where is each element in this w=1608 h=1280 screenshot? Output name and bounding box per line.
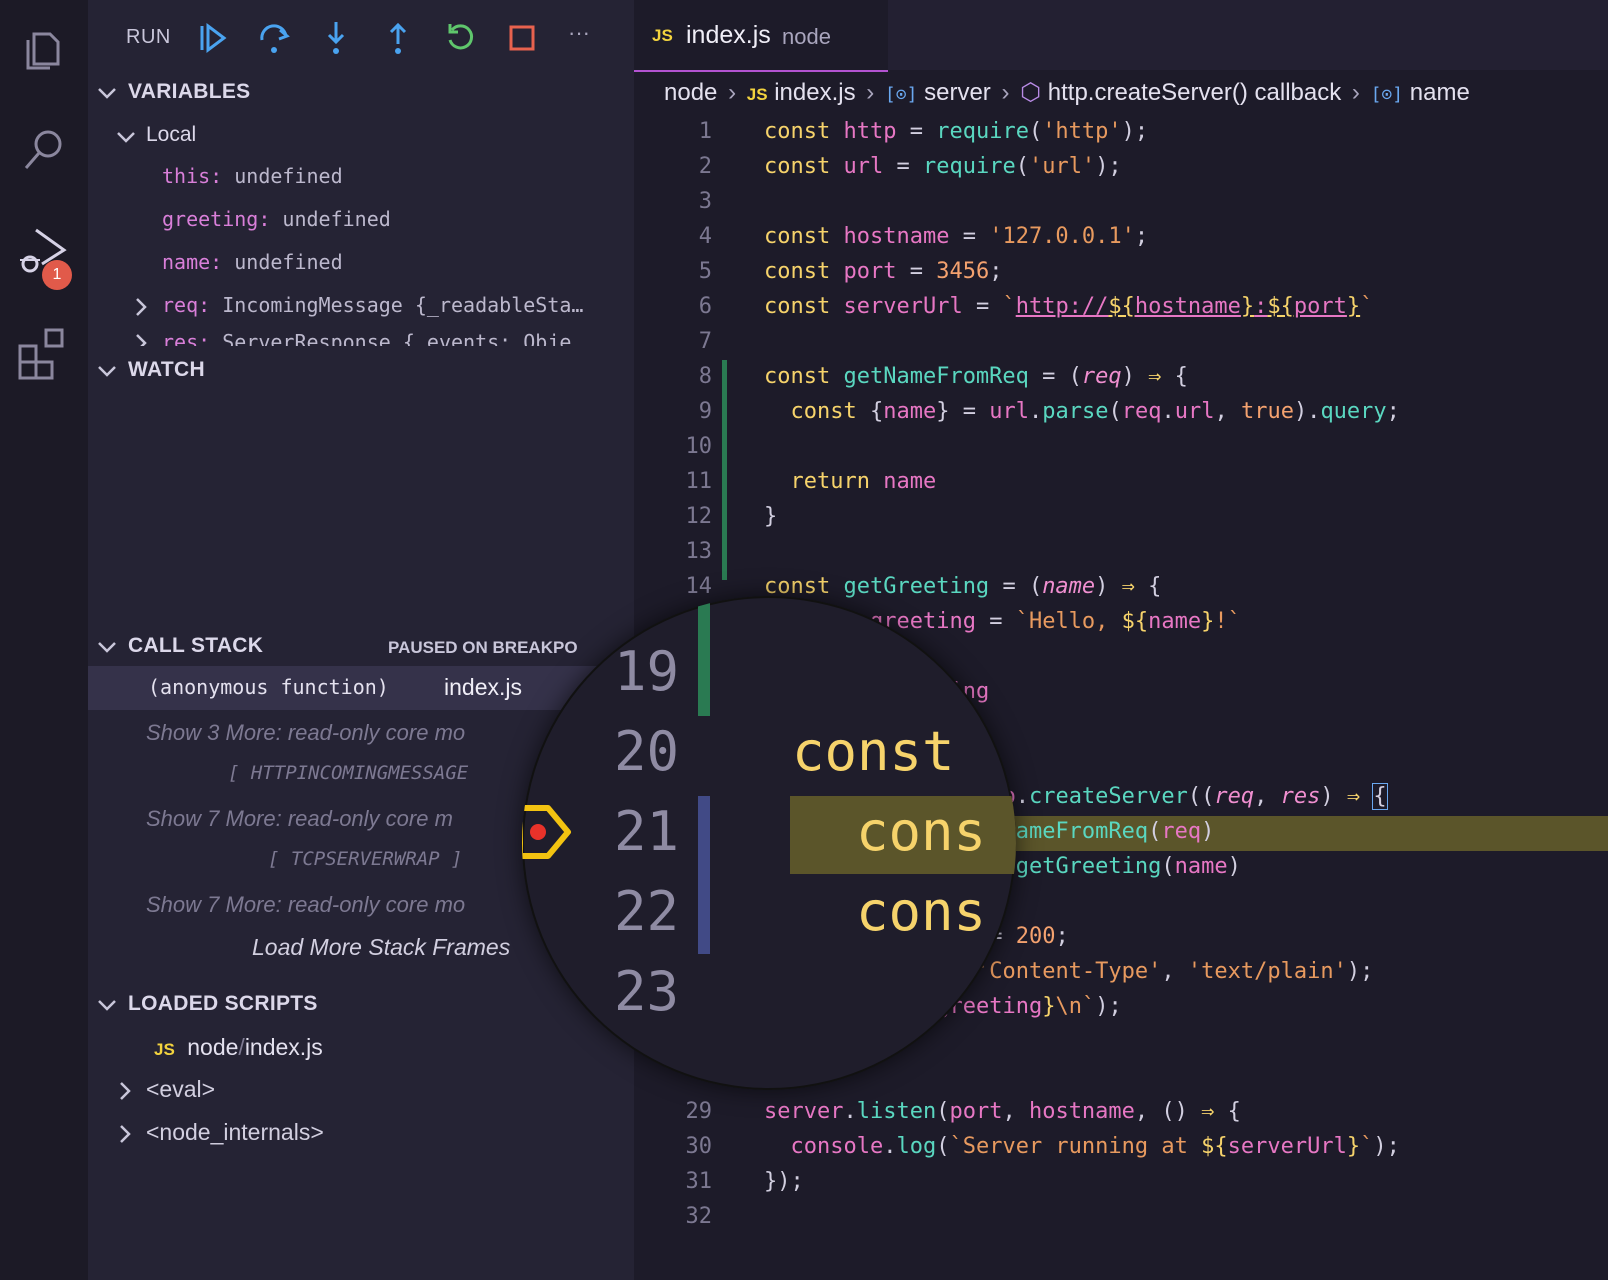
- stop-icon[interactable]: [502, 18, 542, 58]
- tab-description: node: [782, 24, 831, 49]
- lens-line-number: 21: [614, 800, 680, 863]
- tab-bar: JS index.js node: [634, 0, 1608, 72]
- magnifier-lens: 19 20 21 22 23 const cons cons: [522, 596, 1016, 1090]
- js-file-icon: JS: [154, 1040, 175, 1059]
- call-stack-header[interactable]: CALL STACK: [128, 634, 263, 658]
- variable-req[interactable]: req: IncomingMessage {_readableSta…: [162, 293, 583, 317]
- git-modified-gutter: [698, 796, 710, 954]
- stack-frame-name: (anonymous function): [148, 675, 389, 699]
- chevron-right-icon[interactable]: [130, 332, 152, 346]
- script-file: index.js: [244, 1034, 323, 1060]
- breadcrumb: node › JS index.js › [⊙] server › ⬡ http…: [664, 78, 1470, 112]
- step-over-icon[interactable]: [254, 18, 294, 58]
- js-file-icon: JS: [746, 85, 768, 104]
- restart-icon[interactable]: [440, 18, 480, 58]
- debug-sidebar: RUN ··· VARIABLES Local this: undefined …: [88, 0, 634, 1280]
- variable-res[interactable]: res: ServerResponse {_events: Obje: [162, 330, 571, 346]
- activity-bar: 1: [0, 0, 88, 1280]
- breadcrumb-file[interactable]: index.js: [774, 79, 855, 106]
- lens-line-number: 20: [614, 720, 680, 783]
- lens-code-token: cons: [856, 880, 987, 943]
- lens-line-number: 23: [614, 960, 680, 1023]
- js-file-icon: JS: [652, 26, 673, 45]
- chevron-right-icon: ›: [1351, 79, 1360, 106]
- variable-greeting[interactable]: greeting: undefined: [162, 207, 391, 231]
- show-more-frames-2[interactable]: Show 7 More: read-only core m: [146, 806, 453, 832]
- lens-code-token: cons: [856, 800, 987, 863]
- local-scope-label[interactable]: Local: [146, 123, 196, 147]
- variable-res-clip: res: ServerResponse {_events: Obje: [88, 330, 634, 346]
- chevron-right-icon: ›: [1001, 79, 1010, 106]
- variable-name[interactable]: name: undefined: [162, 250, 343, 274]
- tab-filename: index.js: [686, 21, 771, 49]
- loaded-scripts-header[interactable]: LOADED SCRIPTS: [128, 992, 318, 1016]
- extensions-icon[interactable]: [16, 324, 72, 380]
- frame-group-1: [ HTTPINCOMINGMESSAGE: [228, 762, 469, 784]
- continue-icon[interactable]: [192, 18, 232, 58]
- git-added-gutter: [698, 596, 710, 716]
- breadcrumb-server[interactable]: server: [924, 79, 991, 106]
- explorer-icon[interactable]: [16, 20, 72, 76]
- method-cube-icon: ⬡: [1020, 79, 1042, 106]
- variable-symbol-icon: [⊙]: [884, 84, 918, 105]
- chevron-right-icon[interactable]: [114, 1080, 136, 1102]
- frame-group-2: [ TCPSERVERWRAP ]: [268, 848, 463, 870]
- script-folder: node: [187, 1034, 239, 1060]
- variables-header[interactable]: VARIABLES: [128, 80, 251, 104]
- git-added-gutter: [722, 360, 727, 580]
- search-icon[interactable]: [16, 120, 72, 176]
- chevron-right-icon[interactable]: [130, 296, 152, 318]
- breakpoint-paused-icon[interactable]: [522, 802, 574, 862]
- chevron-down-icon[interactable]: [96, 82, 118, 104]
- run-label: RUN: [126, 26, 171, 48]
- variable-this[interactable]: this: undefined: [162, 164, 343, 188]
- lens-line-number: 19: [614, 640, 680, 703]
- breadcrumb-node[interactable]: node: [664, 79, 717, 106]
- lens-line-number: 22: [614, 880, 680, 943]
- stack-frame-row[interactable]: (anonymous function) index.js: [88, 666, 634, 710]
- show-more-frames-3[interactable]: Show 7 More: read-only core mo: [146, 892, 465, 918]
- breadcrumb-name[interactable]: name: [1410, 79, 1470, 106]
- variable-symbol-icon: [⊙]: [1370, 84, 1404, 105]
- more-actions-button[interactable]: ···: [568, 20, 590, 46]
- lens-code-token: const: [792, 720, 955, 783]
- show-more-frames-1[interactable]: Show 3 More: read-only core mo: [146, 720, 465, 746]
- chevron-down-icon[interactable]: [96, 636, 118, 658]
- watch-header[interactable]: WATCH: [128, 358, 205, 382]
- step-out-icon[interactable]: [378, 18, 418, 58]
- stack-frame-file: index.js: [444, 674, 522, 700]
- loaded-script-item[interactable]: JS node/index.js: [154, 1034, 323, 1061]
- debug-badge: 1: [42, 260, 72, 290]
- node-internals-scripts[interactable]: <node_internals>: [146, 1119, 324, 1146]
- chevron-down-icon[interactable]: [96, 994, 118, 1016]
- chevron-right-icon[interactable]: [114, 1123, 136, 1145]
- paused-status: PAUSED ON BREAKPO: [388, 638, 578, 657]
- eval-scripts[interactable]: <eval>: [146, 1076, 215, 1103]
- chevron-right-icon: ›: [728, 79, 737, 106]
- breadcrumb-callback[interactable]: http.createServer() callback: [1048, 79, 1341, 106]
- chevron-right-icon: ›: [866, 79, 875, 106]
- chevron-down-icon[interactable]: [115, 126, 137, 148]
- step-into-icon[interactable]: [316, 18, 356, 58]
- tab-index-js[interactable]: JS index.js node: [634, 0, 888, 72]
- chevron-down-icon[interactable]: [96, 360, 118, 382]
- load-more-frames-link[interactable]: Load More Stack Frames: [252, 934, 510, 961]
